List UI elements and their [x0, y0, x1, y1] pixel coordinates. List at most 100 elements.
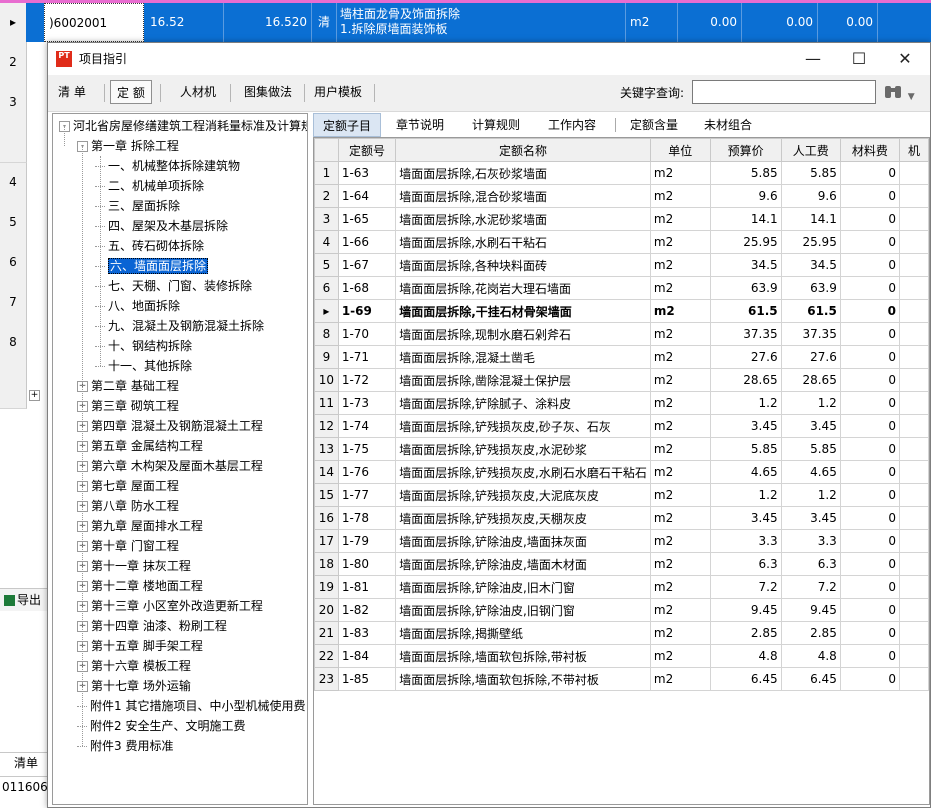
quota-row[interactable]: 8 1-70 墙面面层拆除,现制水磨石剁斧石 m2 37.35 37.35 0	[314, 322, 929, 346]
tree-chapter[interactable]: + 第四章 混凝土及钢筋混凝土工程	[77, 416, 263, 436]
cell-machine[interactable]	[899, 460, 929, 484]
cell-code[interactable]: 1-81	[337, 575, 397, 599]
cell-material[interactable]: 0	[839, 322, 901, 346]
cell-name[interactable]: 墙面面层拆除,铲残损灰皮,天棚灰皮	[395, 506, 651, 530]
cell-name[interactable]: 墙面面层拆除,水泥砂浆墙面	[395, 207, 651, 231]
cell-machine[interactable]	[899, 644, 929, 668]
tab-work-content[interactable]: 工作内容	[537, 113, 607, 137]
cell-code[interactable]: 1-64	[337, 184, 397, 208]
cell-price[interactable]: 3.45	[709, 506, 782, 530]
bg-row-number[interactable]: 2	[0, 42, 27, 83]
tree-chapter[interactable]: + 第十四章 油漆、粉刷工程	[77, 616, 227, 636]
tree-section[interactable]: 九、混凝土及钢筋混凝土拆除	[95, 316, 264, 336]
cell-material[interactable]: 0	[839, 207, 901, 231]
cell-machine[interactable]	[899, 161, 929, 185]
row-number[interactable]: 18	[314, 552, 339, 576]
quota-row[interactable]: 5 1-67 墙面面层拆除,各种块料面砖 m2 34.5 34.5 0	[314, 253, 929, 277]
cell-machine[interactable]	[899, 529, 929, 553]
cell-code[interactable]: 1-75	[337, 437, 397, 461]
cell-material[interactable]: 0	[839, 621, 901, 645]
tree-chapter[interactable]: + 第七章 屋面工程	[77, 476, 179, 496]
tab-material-combo[interactable]: 未材组合	[693, 113, 763, 137]
cell-machine[interactable]	[899, 667, 929, 691]
cell-machine[interactable]	[899, 414, 929, 438]
cell-code[interactable]: 1-82	[337, 598, 397, 622]
cell-code[interactable]: 1-79	[337, 529, 397, 553]
quota-row[interactable]: 11 1-73 墙面面层拆除,铲除腻子、涂料皮 m2 1.2 1.2 0	[314, 391, 929, 415]
cell-machine[interactable]	[899, 322, 929, 346]
cell-machine[interactable]	[899, 253, 929, 277]
cell-labor[interactable]: 7.2	[780, 575, 841, 599]
cell-material[interactable]: 0	[839, 506, 901, 530]
row-number[interactable]: 13	[314, 437, 339, 461]
cell-machine[interactable]	[899, 207, 929, 231]
cell-code[interactable]: 1-80	[337, 552, 397, 576]
row-number[interactable]: 17	[314, 529, 339, 553]
row-number[interactable]: 22	[314, 644, 339, 668]
row-number[interactable]: 5	[314, 253, 339, 277]
cell-code[interactable]: 1-65	[337, 207, 397, 231]
row-number[interactable]: 6	[314, 276, 339, 300]
cell-price[interactable]: 27.6	[709, 345, 782, 369]
toolbar-quota-button[interactable]: 定 额	[110, 80, 152, 104]
tree-chapter[interactable]: + 第十章 门窗工程	[77, 536, 179, 556]
cell-name[interactable]: 墙面面层拆除,铲残损灰皮,砂子灰、石灰	[395, 414, 651, 438]
tree-chapter[interactable]: + 第十七章 场外运输	[77, 676, 191, 696]
tab-chapter-notes[interactable]: 章节说明	[385, 113, 455, 137]
cell-name[interactable]: 墙面面层拆除,铲残损灰皮,水刷石水磨石干粘石	[395, 460, 651, 484]
cell-material[interactable]: 0	[839, 368, 901, 392]
cell-price[interactable]: 63.9	[709, 276, 782, 300]
cell-unit[interactable]: m2	[649, 621, 711, 645]
cell-price[interactable]: 25.95	[709, 230, 782, 254]
cell-unit[interactable]: m2	[649, 368, 711, 392]
quota-row[interactable]: 20 1-82 墙面面层拆除,铲除油皮,旧钢门窗 m2 9.45 9.45 0	[314, 598, 929, 622]
cell-machine[interactable]	[899, 483, 929, 507]
cell-labor[interactable]: 27.6	[780, 345, 841, 369]
cell-unit[interactable]: m2	[649, 575, 711, 599]
bg-row-number[interactable]: 4	[0, 162, 27, 203]
tree-section[interactable]: 七、天棚、门窗、装修拆除	[95, 276, 252, 296]
cell-material[interactable]: 0	[839, 184, 901, 208]
col-header-machine[interactable]: 机	[899, 138, 929, 162]
cell-unit[interactable]: m2	[649, 161, 711, 185]
cell-price[interactable]: 3.3	[709, 529, 782, 553]
cell-price[interactable]: 9.45	[709, 598, 782, 622]
tree-section[interactable]: 六、墙面面层拆除	[95, 256, 209, 276]
cell-material[interactable]: 0	[839, 345, 901, 369]
row-number[interactable]: 2	[314, 184, 339, 208]
cell-price[interactable]: 6.3	[709, 552, 782, 576]
cell-price[interactable]: 2.85	[709, 621, 782, 645]
cell-material[interactable]: 0	[839, 230, 901, 254]
cell-unit[interactable]: m2	[649, 598, 711, 622]
cell-name[interactable]: 墙面面层拆除,铲残损灰皮,水泥砂浆	[395, 437, 651, 461]
tab-quota-content[interactable]: 定额含量	[619, 113, 689, 137]
bg-export-button[interactable]: 导出	[0, 588, 50, 611]
tree-section[interactable]: 五、砖石砌体拆除	[95, 236, 204, 256]
col-header-name[interactable]: 定额名称	[395, 138, 651, 162]
cell-code[interactable]: 1-67	[337, 253, 397, 277]
cell-machine[interactable]	[899, 299, 929, 323]
toolbar-user-template-button[interactable]: 用户模板	[308, 80, 368, 104]
cell-unit[interactable]: m2	[649, 391, 711, 415]
cell-name[interactable]: 墙面面层拆除,墙面软包拆除,带衬板	[395, 644, 651, 668]
row-number[interactable]: 21	[314, 621, 339, 645]
cell-name[interactable]: 墙面面层拆除,混凝土凿毛	[395, 345, 651, 369]
tree-chapter[interactable]: + 第十三章 小区室外改造更新工程	[77, 596, 263, 616]
cell-machine[interactable]	[899, 230, 929, 254]
maximize-icon[interactable]: ☐	[836, 43, 882, 75]
cell-machine[interactable]	[899, 391, 929, 415]
cell-labor[interactable]: 3.3	[780, 529, 841, 553]
cell-price[interactable]: 6.45	[709, 667, 782, 691]
quota-row[interactable]: ▸ 1-69 墙面面层拆除,干挂石材骨架墙面 m2 61.5 61.5 0	[314, 299, 929, 323]
cell-price[interactable]: 3.45	[709, 414, 782, 438]
quota-row[interactable]: 18 1-80 墙面面层拆除,铲除油皮,墙面木材面 m2 6.3 6.3 0	[314, 552, 929, 576]
col-header-unit[interactable]: 单位	[649, 138, 711, 162]
cell-labor[interactable]: 1.2	[780, 391, 841, 415]
cell-material[interactable]: 0	[839, 598, 901, 622]
cell-price[interactable]: 61.5	[709, 299, 782, 323]
cell-material[interactable]: 0	[839, 644, 901, 668]
cell-name[interactable]: 墙面面层拆除,混合砂浆墙面	[395, 184, 651, 208]
cell-unit[interactable]: m2	[649, 322, 711, 346]
tree-section[interactable]: 十一、其他拆除	[95, 356, 192, 376]
row-number[interactable]: 20	[314, 598, 339, 622]
